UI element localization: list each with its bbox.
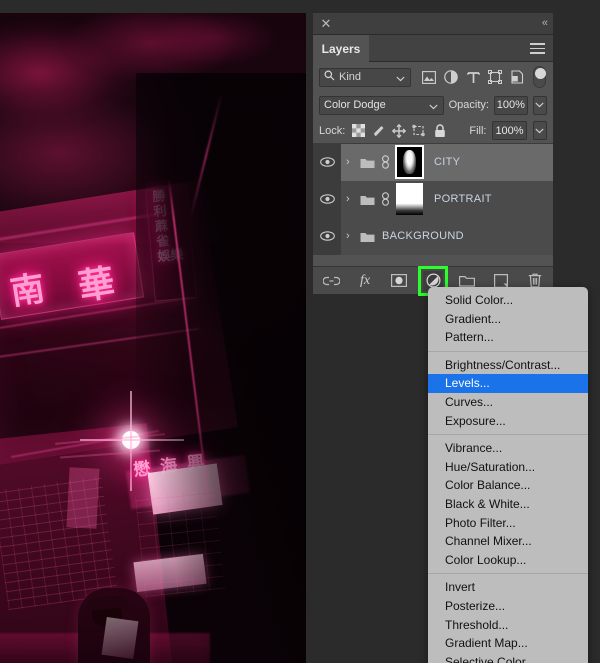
filter-shape-layers-icon[interactable]: [484, 67, 506, 87]
menu-group-tonal: Brightness/Contrast... Levels... Curves.…: [428, 356, 588, 430]
menu-group-color: Vibrance... Hue/Saturation... Color Bala…: [428, 439, 588, 569]
menu-item-posterize[interactable]: Posterize...: [428, 597, 588, 616]
table-row[interactable]: › CITY: [313, 143, 553, 181]
mask-link-icon[interactable]: [380, 155, 391, 169]
table-row[interactable]: › BACKGROUND: [313, 217, 553, 255]
lock-all-icon[interactable]: [433, 123, 447, 139]
layer-mask-thumbnail-city[interactable]: [395, 145, 424, 179]
person-backpack: [101, 616, 139, 660]
lock-image-pixels-icon[interactable]: [372, 123, 386, 139]
menu-item-brightness-contrast[interactable]: Brightness/Contrast...: [428, 356, 588, 375]
fill-input[interactable]: 100%: [492, 121, 527, 140]
document-canvas[interactable]: 南 華 勝利蔴雀娛樂 懋海興: [0, 13, 306, 663]
menu-item-solid-color[interactable]: Solid Color...: [428, 291, 588, 310]
fx-label: fx: [359, 272, 371, 288]
chevron-down-icon: [396, 73, 405, 85]
tab-layers[interactable]: Layers: [313, 35, 369, 62]
lock-transparent-pixels-icon[interactable]: [351, 123, 365, 139]
menu-item-color-balance[interactable]: Color Balance...: [428, 476, 588, 495]
filter-kind-label: Kind: [339, 71, 362, 83]
menu-group-fill: Solid Color... Gradient... Pattern...: [428, 291, 588, 347]
link-layers-button[interactable]: [321, 271, 341, 291]
menu-item-curves[interactable]: Curves...: [428, 393, 588, 412]
menu-item-photo-filter[interactable]: Photo Filter...: [428, 514, 588, 533]
add-layer-mask-button[interactable]: [389, 271, 409, 291]
filter-pixel-layers-icon[interactable]: [418, 67, 440, 87]
portrait-silhouette-overlay: [136, 73, 306, 663]
menu-item-black-and-white[interactable]: Black & White...: [428, 495, 588, 514]
lock-position-icon[interactable]: [392, 123, 406, 139]
menu-item-hue-saturation[interactable]: Hue/Saturation...: [428, 458, 588, 477]
menu-item-exposure[interactable]: Exposure...: [428, 412, 588, 431]
menu-group-special: Invert Posterize... Threshold... Gradien…: [428, 578, 588, 663]
filter-kind-select[interactable]: Kind: [319, 67, 411, 87]
panel-tab-row: Layers: [313, 35, 553, 62]
lock-artboard-nesting-icon[interactable]: [412, 123, 427, 139]
table-row[interactable]: › PORTRAIT: [313, 180, 553, 218]
layer-name-background: BACKGROUND: [382, 230, 464, 242]
fill-label: Fill:: [469, 124, 487, 137]
menu-item-gradient-map[interactable]: Gradient Map...: [428, 634, 588, 653]
scaffold-post: [66, 467, 100, 529]
folder-icon: [360, 230, 375, 242]
panel-menu-icon[interactable]: [530, 43, 545, 54]
lock-label: Lock:: [319, 124, 346, 137]
artwork-image: 南 華 勝利蔴雀娛樂 懋海興: [0, 13, 306, 663]
layer-body-portrait[interactable]: › PORTRAIT: [341, 180, 553, 218]
layer-visibility-toggle[interactable]: [313, 143, 341, 181]
layer-expand-icon[interactable]: ›: [346, 230, 355, 242]
layer-expand-icon[interactable]: ›: [346, 193, 355, 205]
collapse-panel-icon[interactable]: «: [542, 16, 548, 30]
menu-separator: [428, 434, 588, 436]
opacity-label: Opacity:: [448, 99, 489, 111]
close-icon[interactable]: ✕: [319, 17, 333, 31]
opacity-chevron-down-icon[interactable]: [532, 95, 548, 115]
layer-expand-icon[interactable]: ›: [346, 156, 355, 168]
chevron-down-icon: [428, 101, 438, 113]
panel-titlebar: ✕ «: [313, 13, 553, 35]
mask-link-icon[interactable]: [380, 192, 391, 206]
layers-panel: ✕ « Layers Kind Color Dodge Opacity: 100…: [313, 13, 553, 296]
menu-item-threshold[interactable]: Threshold...: [428, 616, 588, 635]
menu-item-color-lookup[interactable]: Color Lookup...: [428, 551, 588, 570]
menu-item-pattern[interactable]: Pattern...: [428, 328, 588, 347]
layer-mask-thumbnail-portrait[interactable]: [396, 183, 423, 215]
filter-adjustment-layers-icon[interactable]: [440, 67, 462, 87]
layer-visibility-toggle[interactable]: [313, 217, 341, 255]
layers-list: › CITY › PORTRAIT › BACKGROUND: [313, 143, 553, 255]
layer-filter-row: Kind: [313, 62, 553, 92]
menu-item-levels[interactable]: Levels...: [428, 374, 588, 393]
lock-row: Lock: Fill: 100%: [313, 118, 553, 144]
search-icon: [324, 70, 335, 84]
layer-body-city[interactable]: › CITY: [341, 143, 553, 181]
folder-icon: [360, 193, 375, 205]
blend-mode-row: Color Dodge Opacity: 100%: [313, 92, 553, 118]
blend-mode-select[interactable]: Color Dodge: [319, 95, 444, 115]
menu-item-invert[interactable]: Invert: [428, 578, 588, 597]
layer-visibility-toggle[interactable]: [313, 180, 341, 218]
filter-smart-objects-icon[interactable]: [506, 67, 528, 87]
layer-name-portrait: PORTRAIT: [434, 193, 492, 205]
folder-icon: [360, 156, 375, 168]
menu-separator: [428, 350, 588, 352]
menu-item-channel-mixer[interactable]: Channel Mixer...: [428, 532, 588, 551]
photoshop-window: 南 華 勝利蔴雀娛樂 懋海興 ✕: [0, 0, 600, 663]
menu-item-gradient[interactable]: Gradient...: [428, 310, 588, 329]
menu-item-vibrance[interactable]: Vibrance...: [428, 439, 588, 458]
opacity-input[interactable]: 100%: [493, 95, 528, 115]
layer-body-background[interactable]: › BACKGROUND: [341, 217, 553, 255]
menu-item-selective-color[interactable]: Selective Color...: [428, 653, 588, 663]
layer-style-fx-button[interactable]: fx: [355, 271, 375, 291]
filter-enable-toggle[interactable]: [533, 66, 546, 88]
new-adjustment-layer-menu: Solid Color... Gradient... Pattern... Br…: [428, 287, 588, 663]
fill-chevron-down-icon[interactable]: [532, 121, 548, 140]
filter-type-layers-icon[interactable]: [462, 67, 484, 87]
menu-separator: [428, 573, 588, 575]
blend-mode-value: Color Dodge: [324, 99, 386, 111]
layer-name-city: CITY: [434, 156, 461, 168]
